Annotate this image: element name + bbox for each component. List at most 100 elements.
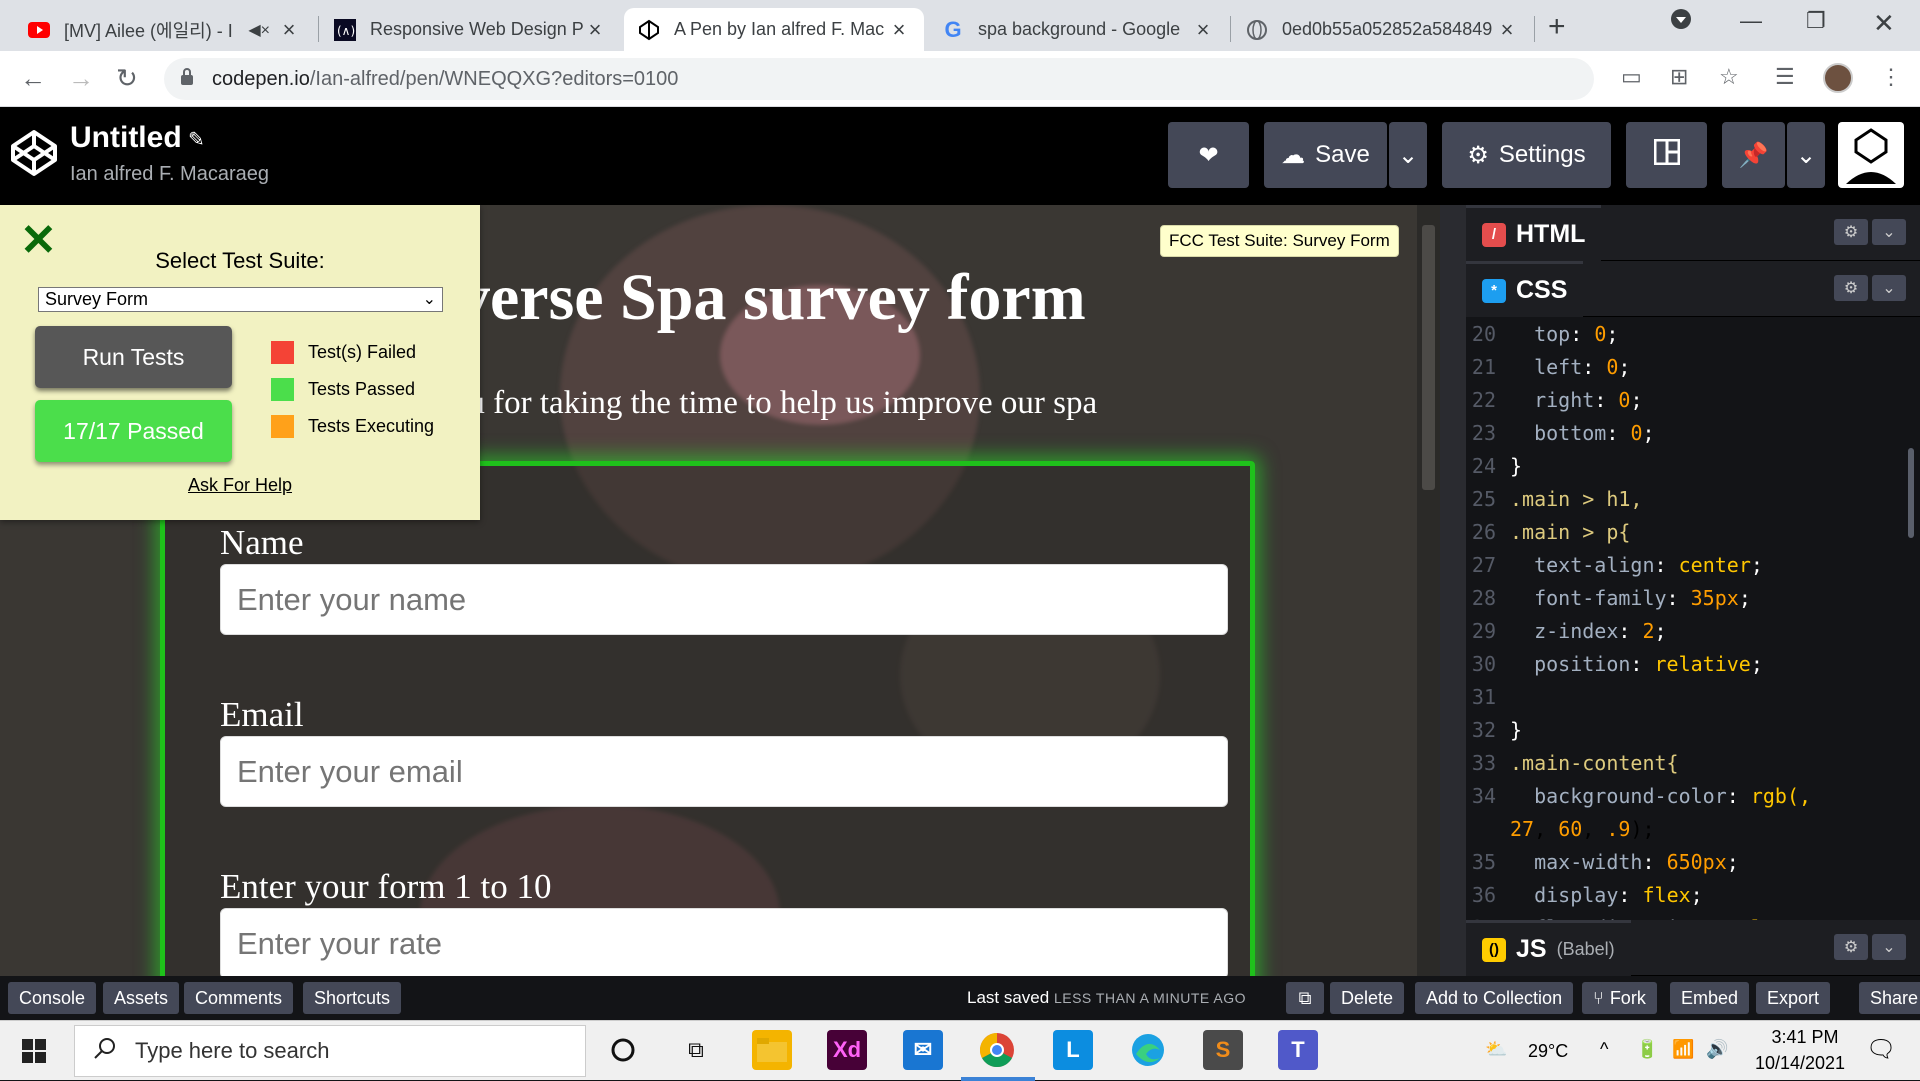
code-line[interactable]: 28 font-family: 35px; [1466,581,1920,614]
code-line[interactable]: 37 flex-direction: column; [1466,911,1920,921]
gear-icon[interactable]: ⚙ [1834,934,1868,960]
pen-title[interactable]: Untitled [70,121,182,155]
fcc-test-suite-badge[interactable]: FCC Test Suite: Survey Form [1160,225,1399,257]
sublime-text-icon[interactable]: S [1203,1030,1243,1070]
reload-icon[interactable]: ↻ [116,63,138,94]
code-line[interactable]: 20 top: 0; [1466,317,1920,350]
chevron-down-icon[interactable]: ⌄ [1872,275,1906,301]
add-to-collection-button[interactable]: Add to Collection [1415,982,1574,1014]
embed-button[interactable]: Embed [1670,982,1750,1014]
mail-icon[interactable]: ✉ [903,1030,943,1070]
css-code-editor[interactable]: 20 top: 0; 21 left: 0; 22 right: 0; 23 bott… [1466,317,1920,920]
preview-scrollbar[interactable] [1417,205,1440,976]
assets-button[interactable]: Assets [103,982,180,1014]
test-suite-select[interactable]: Survey Form ⌄ [38,287,443,312]
battery-icon[interactable]: 🔋 [1636,1039,1658,1060]
apps-grid-icon[interactable]: ⊞ [1670,64,1688,90]
browser-tab-globe[interactable]: 0ed0b55a052852a584849 × [1232,8,1532,51]
address-bar[interactable]: codepen.io/Ian-alfred/pen/WNEQQXG?editor… [164,58,1594,100]
code-scrollbar[interactable] [1908,448,1914,538]
profile-avatar[interactable] [1823,63,1853,93]
code-line[interactable]: 24} [1466,449,1920,482]
js-tab[interactable]: () JS (Babel) [1466,920,1631,976]
edge-icon[interactable] [1128,1030,1168,1070]
clock-date[interactable]: 10/14/2021 [1740,1053,1860,1074]
restore-icon[interactable]: ❐ [1806,8,1826,34]
url-text[interactable]: codepen.io/Ian-alfred/pen/WNEQQXG?editor… [212,68,678,91]
user-avatar[interactable] [1838,122,1904,188]
pin-dropdown-button[interactable]: ⌄ [1787,122,1825,188]
weather-icon[interactable]: ⛅ [1485,1039,1507,1060]
chrome-icon[interactable] [977,1030,1017,1070]
volume-icon[interactable]: 🔊 [1706,1039,1728,1060]
code-line[interactable]: 25 .main > h1, [1466,482,1920,515]
code-line[interactable]: 23 bottom: 0; [1466,416,1920,449]
lock-icon[interactable] [180,68,194,91]
code-line[interactable]: 21 left: 0; [1466,350,1920,383]
teams-icon[interactable]: T [1278,1030,1318,1070]
gear-icon[interactable]: ⚙ [1834,275,1868,301]
wifi-icon[interactable]: 📶 [1672,1039,1694,1060]
browser-tab-google[interactable]: G spa background - Google × [928,8,1228,51]
windows-start-icon[interactable] [22,1039,46,1068]
chevron-down-icon[interactable]: ⌄ [1872,219,1906,245]
taskbar-search[interactable]: Type here to search [74,1025,586,1077]
name-input[interactable] [220,564,1228,635]
settings-button[interactable]: ⚙ Settings [1442,122,1611,188]
code-line[interactable]: 35 max-width: 650px; [1466,845,1920,878]
cast-icon[interactable]: ▭ [1621,64,1642,90]
chevron-down-icon[interactable]: ⌄ [1872,934,1906,960]
browser-tab-youtube[interactable]: [MV] Ailee (에일리) - I ◀× × [14,8,314,51]
rate-input[interactable] [220,908,1228,976]
close-tab-icon[interactable]: × [1496,17,1518,43]
delete-button[interactable]: Delete [1330,982,1405,1014]
adobe-xd-icon[interactable]: Xd [827,1030,867,1070]
resize-gutter[interactable] [1440,205,1466,976]
new-tab-icon[interactable]: + [1548,10,1566,44]
notifications-icon[interactable]: 🗨 [1866,1035,1896,1064]
minimize-icon[interactable]: — [1740,8,1762,34]
layout-button[interactable] [1626,122,1707,188]
close-tab-icon[interactable]: × [888,17,910,43]
cortana-icon[interactable] [603,1030,643,1070]
shortcuts-button[interactable]: Shortcuts [303,982,402,1014]
window-close-icon[interactable]: ✕ [1873,8,1895,39]
close-tab-icon[interactable]: × [278,17,300,43]
more-menu-icon[interactable]: ⋮ [1880,64,1902,90]
code-line[interactable]: 34 background-color: rgb(, [1466,779,1920,812]
browser-tab-codepen[interactable]: A Pen by Ian alfred F. Mac × [624,8,924,51]
heart-button[interactable]: ❤ [1168,122,1249,188]
launcher-l-icon[interactable]: L [1053,1030,1093,1070]
code-line[interactable]: 29 z-index: 2; [1466,614,1920,647]
scrollbar-thumb[interactable] [1422,225,1435,490]
console-button[interactable]: Console [8,982,97,1014]
export-button[interactable]: Export [1756,982,1831,1014]
weather-temperature[interactable]: 29°C [1528,1041,1568,1062]
code-line[interactable]: 26 .main > p{ [1466,515,1920,548]
code-line[interactable]: 31 [1466,680,1920,713]
file-explorer-icon[interactable] [752,1030,792,1070]
browser-tab-fcc[interactable]: (∧) Responsive Web Design P × [320,8,620,51]
forward-icon[interactable]: → [68,63,94,94]
open-external-icon[interactable]: ⧉ [1286,982,1324,1014]
code-line[interactable]: 27 text-align: center; [1466,548,1920,581]
speaker-muted-icon[interactable]: ◀× [248,20,270,40]
run-tests-button[interactable]: Run Tests [35,326,232,388]
test-results-button[interactable]: 17/17 Passed [35,400,232,462]
close-tab-icon[interactable]: × [1192,17,1214,43]
bookmark-star-icon[interactable]: ☆ [1719,64,1739,90]
code-line[interactable]: 36 display: flex; [1466,878,1920,911]
css-tab[interactable]: * CSS [1466,261,1584,317]
codepen-logo-icon[interactable] [10,129,58,182]
tab-search-icon[interactable] [1670,8,1692,36]
pin-button[interactable]: 📌 [1722,122,1785,188]
html-tab[interactable]: / HTML [1466,205,1602,261]
ask-for-help-link[interactable]: Ask For Help [0,475,480,496]
gear-icon[interactable]: ⚙ [1834,219,1868,245]
code-line[interactable]: 22 right: 0; [1466,383,1920,416]
task-view-icon[interactable]: ⧉ [676,1030,716,1070]
code-line[interactable]: 32} [1466,713,1920,746]
email-input[interactable] [220,736,1228,807]
comments-button[interactable]: Comments [184,982,294,1014]
clock-time[interactable]: 3:41 PM [1760,1027,1850,1048]
